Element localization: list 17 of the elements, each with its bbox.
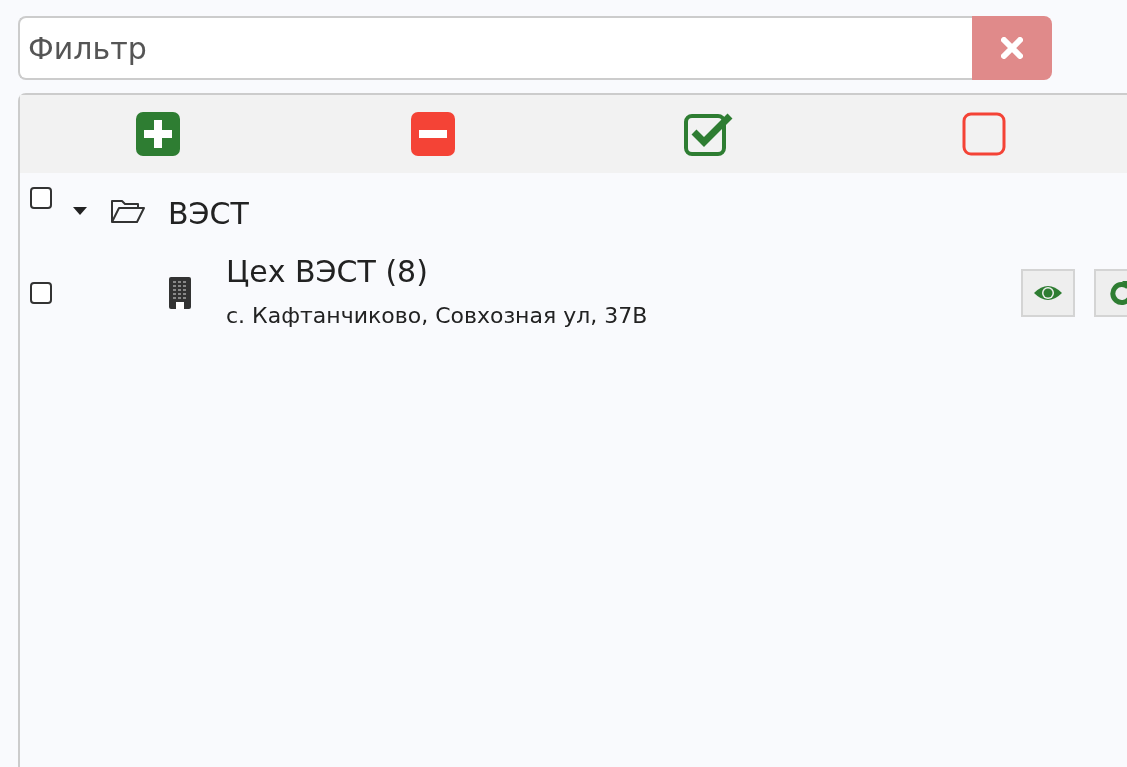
clear-button[interactable]	[972, 16, 1052, 80]
tree-node-label[interactable]: Цех ВЭСТ (8)	[226, 252, 1021, 292]
eye-icon	[1033, 283, 1063, 303]
empty-box-icon[interactable]	[960, 110, 1009, 158]
caret-icon[interactable]	[72, 206, 88, 216]
checkbox[interactable]	[30, 187, 52, 209]
checkbox[interactable]	[30, 282, 52, 304]
minus-square-icon[interactable]	[409, 110, 458, 158]
plus-square-icon[interactable]	[133, 110, 182, 158]
close-icon	[1001, 37, 1023, 59]
folder-icon	[110, 198, 146, 224]
tree-node-label[interactable]: ВЭСТ	[168, 190, 249, 236]
address-text: с. Кафтанчиково, Совхозная ул, 37В	[226, 302, 649, 330]
building-icon	[168, 276, 192, 310]
view-button[interactable]	[1021, 269, 1075, 317]
filter-field[interactable]: Фильтр	[18, 16, 972, 80]
refresh-icon	[1108, 279, 1127, 307]
